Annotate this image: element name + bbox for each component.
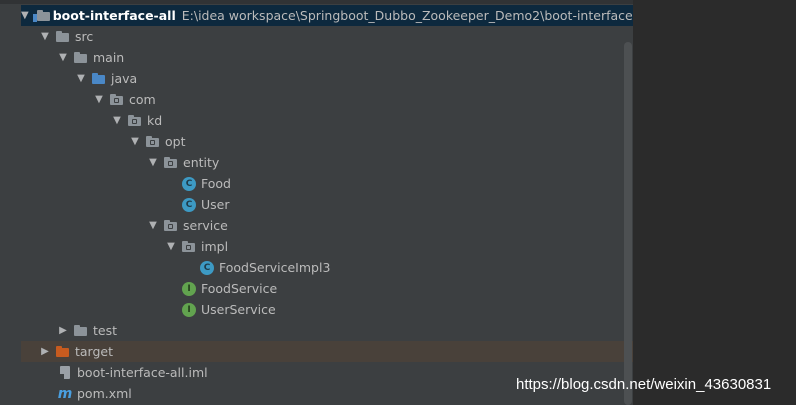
class-icon: C: [199, 260, 215, 276]
package-icon: [163, 155, 179, 171]
vertical-scrollbar[interactable]: [624, 42, 632, 405]
editor-area: [633, 0, 796, 405]
project-name: boot-interface-all: [52, 8, 176, 23]
tree-row-java[interactable]: ▼ java: [21, 68, 633, 89]
tree-row-userservice[interactable]: I UserService: [21, 299, 633, 320]
tree-item-label: service: [183, 218, 228, 233]
tree-item-label: entity: [183, 155, 220, 170]
tree-item-label: java: [111, 71, 138, 86]
folder-icon: [73, 323, 89, 339]
tree-row-root[interactable]: ▼ boot-interface-all E:\idea workspace\S…: [21, 5, 633, 26]
tree-item-label: opt: [165, 134, 186, 149]
project-path: E:\idea workspace\Springboot_Dubbo_Zooke…: [181, 8, 633, 23]
expand-arrow-icon[interactable]: ▼: [111, 110, 123, 131]
expand-arrow-icon[interactable]: ▼: [147, 215, 159, 236]
class-icon: C: [181, 176, 197, 192]
watermark: https://blog.csdn.net/weixin_43630831: [516, 376, 772, 393]
tree-row-target[interactable]: ▶ target: [21, 341, 633, 362]
maven-icon: m: [57, 385, 73, 402]
tree-row-entity[interactable]: ▼ entity: [21, 152, 633, 173]
tree-item-label: UserService: [201, 302, 276, 317]
tree-item-label: main: [93, 50, 125, 65]
tree-row-main[interactable]: ▼ main: [21, 47, 633, 68]
tree-item-label: Food: [201, 176, 231, 191]
tree-row-foodservice[interactable]: I FoodService: [21, 278, 633, 299]
tree-row-service[interactable]: ▼ service: [21, 215, 633, 236]
tree-item-label: kd: [147, 113, 163, 128]
expand-arrow-icon[interactable]: ▼: [21, 5, 29, 26]
tree-row-kd[interactable]: ▼ kd: [21, 110, 633, 131]
iml-file-icon: [57, 365, 73, 381]
folder-icon: [73, 50, 89, 66]
expand-arrow-icon[interactable]: ▼: [57, 47, 69, 68]
interface-icon: I: [181, 302, 197, 318]
tree-item-label: test: [93, 323, 118, 338]
expand-arrow-icon[interactable]: ▼: [129, 131, 141, 152]
expand-arrow-icon[interactable]: ▼: [39, 26, 51, 47]
tree-row-user[interactable]: C User: [21, 194, 633, 215]
package-icon: [145, 134, 161, 150]
tree-row-com[interactable]: ▼ com: [21, 89, 633, 110]
expand-arrow-icon[interactable]: ▼: [75, 68, 87, 89]
package-icon: [127, 113, 143, 129]
source-folder-icon: [91, 71, 107, 87]
expand-arrow-icon[interactable]: ▼: [165, 236, 177, 257]
class-icon: C: [181, 197, 197, 213]
tree-row-foodserviceimpl3[interactable]: C FoodServiceImpl3: [21, 257, 633, 278]
left-tool-gutter: [0, 0, 21, 405]
tree-item-label: pom.xml: [77, 386, 132, 401]
module-folder-icon: [32, 8, 50, 24]
package-icon: [109, 92, 125, 108]
interface-icon: I: [181, 281, 197, 297]
tree-item-label: FoodService: [201, 281, 278, 296]
tree-item-label: com: [129, 92, 156, 107]
tree-row-food[interactable]: C Food: [21, 173, 633, 194]
expand-arrow-icon[interactable]: ▼: [147, 152, 159, 173]
tree-item-label: target: [75, 344, 114, 359]
tree-row-test[interactable]: ▶ test: [21, 320, 633, 341]
tree-item-label: impl: [201, 239, 229, 254]
excluded-folder-icon: [55, 344, 71, 360]
tree-item-label: User: [201, 197, 230, 212]
expand-arrow-icon[interactable]: ▼: [93, 89, 105, 110]
collapse-arrow-icon[interactable]: ▶: [39, 341, 51, 362]
package-icon: [163, 218, 179, 234]
package-icon: [181, 239, 197, 255]
tree-row-src[interactable]: ▼ src: [21, 26, 633, 47]
tree-item-label: src: [75, 29, 94, 44]
project-tree[interactable]: ▼ boot-interface-all E:\idea workspace\S…: [21, 0, 633, 405]
tree-row-opt[interactable]: ▼ opt: [21, 131, 633, 152]
tree-item-label: boot-interface-all.iml: [77, 365, 208, 380]
folder-icon: [55, 29, 71, 45]
toolbar-edge: [0, 0, 633, 4]
collapse-arrow-icon[interactable]: ▶: [57, 320, 69, 341]
tree-row-impl[interactable]: ▼ impl: [21, 236, 633, 257]
tree-item-label: FoodServiceImpl3: [219, 260, 331, 275]
